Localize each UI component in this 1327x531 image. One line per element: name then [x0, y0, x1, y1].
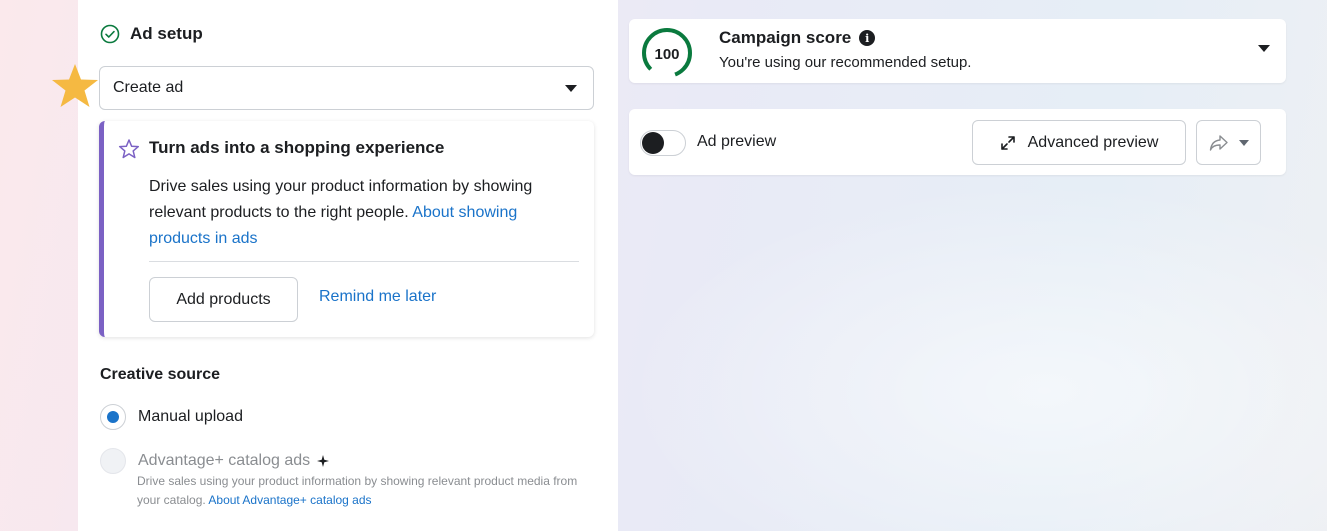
- create-ad-select-value: Create ad: [113, 79, 184, 96]
- campaign-score-title: Campaign score i: [719, 28, 876, 48]
- star-outline-icon: [118, 139, 140, 159]
- creative-source-heading: Creative source: [100, 366, 221, 383]
- ad-setup-title: Ad setup: [130, 24, 203, 43]
- campaign-score-subtitle: You're using our recommended setup.: [719, 54, 972, 71]
- sparkle-icon: [317, 455, 330, 467]
- promo-description: Drive sales using your product informati…: [149, 174, 579, 252]
- check-circle-icon: [100, 24, 120, 44]
- ad-preview-toggle[interactable]: [640, 130, 686, 156]
- chevron-down-icon: [1238, 139, 1249, 146]
- advantage-catalog-option[interactable]: Advantage+ catalog ads: [100, 448, 330, 474]
- star-badge-icon: [52, 64, 98, 107]
- manual-upload-radio[interactable]: [100, 404, 126, 430]
- background-glow: [620, 180, 1327, 531]
- advantage-catalog-radio[interactable]: [100, 448, 126, 474]
- expand-icon: [1000, 135, 1015, 150]
- create-ad-select[interactable]: Create ad: [99, 66, 594, 110]
- promo-title: Turn ads into a shopping experience: [149, 138, 445, 157]
- advantage-catalog-description: Drive sales using your product informati…: [137, 472, 597, 510]
- manual-upload-option[interactable]: Manual upload: [100, 404, 243, 430]
- campaign-score-label: Campaign score: [719, 28, 852, 47]
- ad-preview-label: Ad preview: [697, 133, 777, 150]
- add-products-button[interactable]: Add products: [149, 277, 298, 322]
- info-icon[interactable]: i: [859, 30, 876, 46]
- advanced-preview-button[interactable]: Advanced preview: [972, 120, 1186, 165]
- share-dropdown-button[interactable]: [1196, 120, 1261, 165]
- manual-upload-label: Manual upload: [138, 408, 243, 425]
- ad-setup-header: Ad setup: [100, 22, 203, 46]
- chevron-down-icon[interactable]: [1258, 45, 1270, 52]
- advantage-catalog-label: Advantage+ catalog ads: [138, 452, 311, 469]
- score-ring-icon: 100: [642, 28, 692, 78]
- advanced-preview-label: Advanced preview: [1027, 133, 1159, 151]
- share-icon: [1209, 134, 1228, 151]
- promo-divider: [149, 261, 579, 262]
- advantage-catalog-link[interactable]: About Advantage+ catalog ads: [208, 493, 371, 507]
- remind-me-later-link[interactable]: Remind me later: [319, 288, 436, 306]
- chevron-down-icon: [565, 85, 577, 92]
- score-value: 100: [654, 46, 679, 63]
